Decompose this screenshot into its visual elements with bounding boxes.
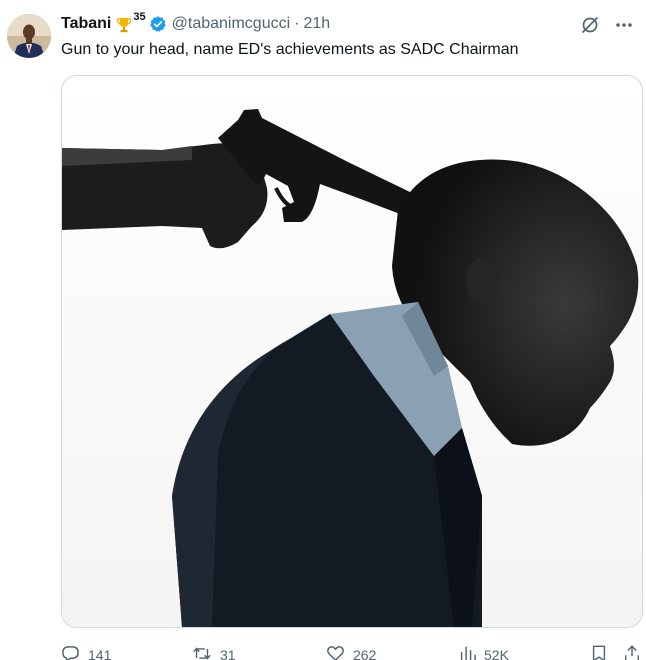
heart-icon [326,644,345,660]
trophy-icon: 35 [116,11,146,33]
author-name[interactable]: Tabani [61,15,111,33]
retweet-icon [192,644,212,660]
like-button[interactable]: 262 [326,644,376,660]
like-count: 262 [353,647,377,660]
views-count: 52K [484,646,509,660]
tweet[interactable]: Tabani 35 @tabanimcgucci · 21h Gun to yo… [0,0,646,660]
retweet-count: 31 [220,647,236,660]
verified-badge-icon [149,15,167,33]
bookmark-icon [590,644,608,660]
reply-button[interactable]: 141 [61,644,111,660]
share-button[interactable] [623,644,641,660]
tweet-image[interactable] [61,75,643,628]
more-icon[interactable] [614,15,634,35]
badge-count: 35 [133,10,146,23]
bookmark-button[interactable] [590,644,608,660]
retweet-button[interactable]: 31 [192,644,236,660]
reply-count: 141 [88,647,112,660]
grok-icon[interactable] [580,15,600,35]
tweet-header: Tabani 35 @tabanimcgucci · 21h [61,11,330,35]
views-icon [458,644,476,660]
author-handle[interactable]: @tabanimcgucci [172,15,291,33]
views-button[interactable]: 52K [458,644,509,660]
avatar[interactable] [7,14,51,58]
reply-icon [61,644,80,660]
top-actions [580,15,634,35]
timestamp[interactable]: 21h [303,15,330,33]
separator: · [294,15,300,32]
tweet-actions: 141 31 262 52K [61,640,646,660]
tweet-text: Gun to your head, name ED's achievements… [61,41,519,58]
share-icon [623,644,641,660]
